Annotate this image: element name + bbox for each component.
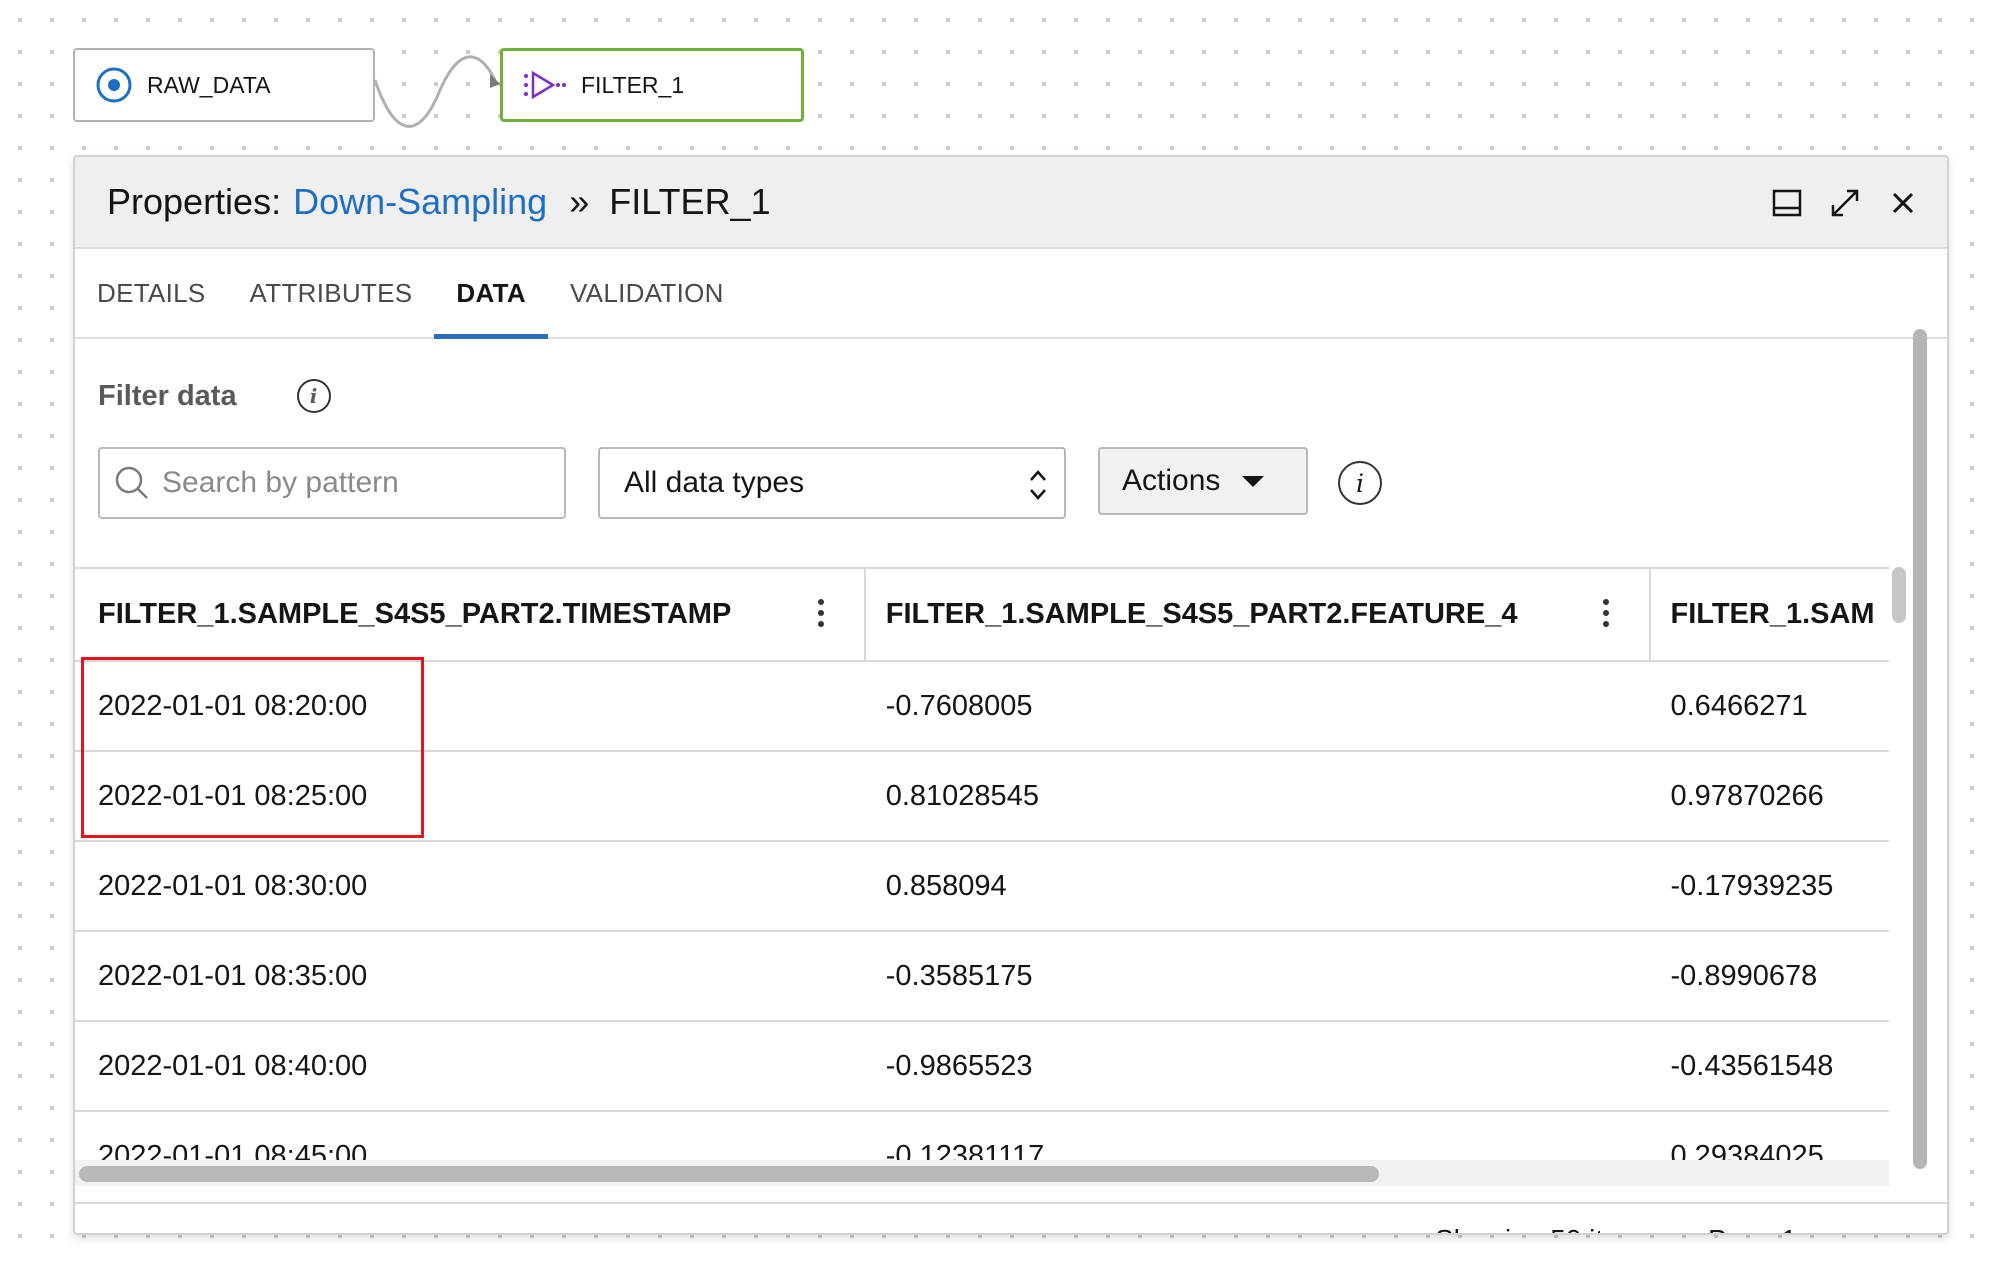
table-row[interactable]: 2022-01-01 08:45:00 -0.12381117 0.293840… <box>75 1112 1889 1165</box>
table-row[interactable]: 2022-01-01 08:35:00 -0.3585175 -0.899067… <box>75 932 1889 1022</box>
select-arrows-icon <box>1030 470 1046 500</box>
node-connector <box>373 55 500 128</box>
table-cell: 0.858094 <box>885 869 1007 902</box>
page-indicator: Page 1 <box>1708 1224 1797 1233</box>
chevron-right-icon[interactable]: › <box>1817 1219 1829 1233</box>
column-header-label: FILTER_1.SAM <box>1670 598 1875 630</box>
filter-funnel-icon <box>523 70 567 100</box>
table-cell: -0.8990678 <box>1670 959 1818 992</box>
dock-panel-icon[interactable] <box>1769 185 1805 221</box>
search-icon <box>115 466 148 499</box>
source-circle-icon <box>95 66 133 104</box>
table-cell: 0.6466271 <box>1670 689 1808 722</box>
table-cell: 2022-01-01 08:20:00 <box>98 689 368 722</box>
actions-button-label: Actions <box>1122 464 1221 497</box>
actions-button[interactable]: Actions <box>1098 447 1308 515</box>
footer-divider <box>75 1202 1947 1204</box>
search-input[interactable] <box>160 465 544 501</box>
tab-data[interactable]: DATA <box>434 249 548 339</box>
table-cell: -0.43561548 <box>1670 1049 1834 1082</box>
table-row[interactable]: 2022-01-01 08:30:00 0.858094 -0.17939235 <box>75 842 1889 932</box>
horizontal-scroll-thumb[interactable] <box>79 1166 1379 1182</box>
panel-header-icons <box>1769 185 1921 221</box>
table-cell: 2022-01-01 08:25:00 <box>98 779 368 812</box>
column-menu-icon[interactable] <box>817 599 824 627</box>
filter-node[interactable]: FILTER_1 <box>500 48 804 122</box>
tab-attributes[interactable]: ATTRIBUTES <box>228 249 435 337</box>
data-grid: FILTER_1.SAMPLE_S4S5_PART2.TIMESTAMP FIL… <box>75 567 1889 1164</box>
panel-header: Properties: Down-Sampling » FILTER_1 <box>75 157 1947 249</box>
column-header-timestamp[interactable]: FILTER_1.SAMPLE_S4S5_PART2.TIMESTAMP <box>75 569 866 660</box>
data-type-select-value: All data types <box>624 466 805 499</box>
table-cell: -0.17939235 <box>1670 869 1834 902</box>
table-cell: 2022-01-01 08:30:00 <box>98 869 368 902</box>
breadcrumb-link-down-sampling[interactable]: Down-Sampling <box>293 181 547 223</box>
properties-panel: Properties: Down-Sampling » FILTER_1 DET… <box>73 155 1949 1235</box>
data-type-select[interactable]: All data types <box>598 447 1066 519</box>
table-cell: 2022-01-01 08:40:00 <box>98 1049 368 1082</box>
filter-data-label: Filter data <box>98 379 237 412</box>
column-header-label: FILTER_1.SAMPLE_S4S5_PART2.TIMESTAMP <box>98 598 732 630</box>
expand-icon[interactable] <box>1827 185 1863 221</box>
filter-data-heading: Filter data i <box>98 379 331 413</box>
table-cell: 0.29384025 <box>1670 1139 1824 1165</box>
table-cell: 0.81028545 <box>885 779 1039 812</box>
caret-down-icon <box>1242 475 1265 487</box>
breadcrumb-separator: » <box>569 181 590 222</box>
column-header-label: FILTER_1.SAMPLE_S4S5_PART2.FEATURE_4 <box>885 598 1518 630</box>
pagination: Showing 50 items ‹ Page 1 › <box>1435 1219 1829 1233</box>
table-cell: -0.3585175 <box>885 959 1033 992</box>
tab-validation[interactable]: VALIDATION <box>548 249 746 337</box>
panel-vertical-scrollbar[interactable] <box>1909 329 1931 1189</box>
grid-header-row: FILTER_1.SAMPLE_S4S5_PART2.TIMESTAMP FIL… <box>75 569 1889 662</box>
tab-bar: DETAILS ATTRIBUTES DATA VALIDATION <box>75 249 1947 339</box>
raw-data-node-label: RAW_DATA <box>147 71 271 98</box>
table-row[interactable]: 2022-01-01 08:25:00 0.81028545 0.9787026… <box>75 752 1889 842</box>
table-row[interactable]: 2022-01-01 08:40:00 -0.9865523 -0.435615… <box>75 1022 1889 1112</box>
table-row[interactable]: 2022-01-01 08:20:00 -0.7608005 0.6466271 <box>75 662 1889 752</box>
column-header-feature-4[interactable]: FILTER_1.SAMPLE_S4S5_PART2.FEATURE_4 <box>866 569 1651 660</box>
filter-node-label: FILTER_1 <box>581 71 685 98</box>
chevron-left-icon[interactable]: ‹ <box>1676 1219 1688 1233</box>
column-menu-icon[interactable] <box>1602 599 1609 627</box>
grid-vertical-scrollbar[interactable] <box>1892 567 1906 623</box>
info-icon[interactable]: i <box>296 379 331 413</box>
vertical-scroll-thumb[interactable] <box>1913 329 1927 1169</box>
search-box[interactable] <box>98 447 566 519</box>
table-cell: 2022-01-01 08:35:00 <box>98 959 368 992</box>
table-cell: 0.97870266 <box>1670 779 1824 812</box>
actions-info-icon[interactable]: i <box>1338 461 1382 505</box>
close-icon[interactable] <box>1885 185 1921 221</box>
column-header-third[interactable]: FILTER_1.SAM <box>1651 569 1890 660</box>
item-count: Showing 50 items <box>1435 1224 1656 1233</box>
tab-details[interactable]: DETAILS <box>75 249 228 337</box>
panel-title-current: FILTER_1 <box>609 181 771 222</box>
table-cell: -0.9865523 <box>885 1049 1033 1082</box>
table-cell: -0.7608005 <box>885 689 1033 722</box>
grid-horizontal-scrollbar[interactable] <box>75 1160 1889 1186</box>
panel-title-prefix: Properties: <box>107 181 282 222</box>
table-cell: 2022-01-01 08:45:00 <box>98 1139 368 1165</box>
table-cell: -0.12381117 <box>885 1139 1045 1165</box>
raw-data-node[interactable]: RAW_DATA <box>73 48 375 122</box>
